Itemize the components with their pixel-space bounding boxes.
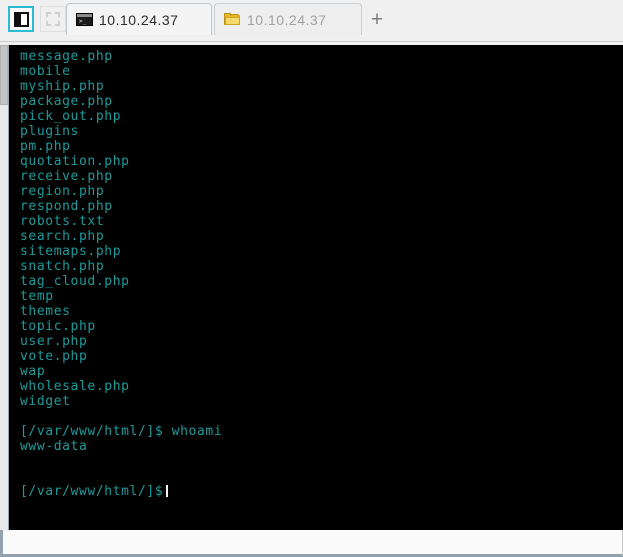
panel-toggle-icon (13, 11, 29, 27)
terminal-line: region.php (20, 184, 105, 199)
terminal-line: topic.php (20, 319, 96, 334)
terminal-line: receive.php (20, 169, 113, 184)
terminal-line: sitemaps.php (20, 244, 122, 259)
folder-icon-tab (224, 13, 231, 16)
terminal-line: package.php (20, 94, 113, 109)
tab-terminal-session[interactable]: >_ 10.10.24.37 (66, 3, 212, 35)
status-bar (0, 530, 623, 557)
tab-sftp-session[interactable]: 10.10.24.37 (214, 3, 362, 35)
terminal-line: pick_out.php (20, 109, 122, 124)
panel-toggle-button[interactable] (8, 6, 34, 32)
terminal-line: snatch.php (20, 259, 105, 274)
terminal-line: tag_cloud.php (20, 274, 130, 289)
panel-placeholder-button[interactable] (40, 6, 66, 32)
terminal-line: quotation.php (20, 154, 130, 169)
terminal-icon: >_ (76, 13, 93, 26)
folder-icon-front (225, 17, 240, 25)
folder-icon (224, 13, 241, 26)
terminal-line: message.php (20, 49, 113, 64)
terminal-line: www-data (20, 439, 88, 454)
tab-bar: >_ 10.10.24.37 10.10.24.37 + (0, 0, 623, 42)
terminal-cursor (166, 485, 169, 497)
terminal-line: robots.txt (20, 214, 105, 229)
panel-placeholder-icon (46, 12, 60, 26)
tab-terminal-label: 10.10.24.37 (99, 11, 179, 28)
terminal-line: respond.php (20, 199, 113, 214)
terminal-line: pm.php (20, 139, 71, 154)
terminal-line: myship.php (20, 79, 105, 94)
terminal-prompt-line: [/var/www/html/]$ (20, 484, 623, 499)
terminal-area: message.php mobile myship.php package.php pi… (0, 45, 623, 530)
terminal-line: vote.php (20, 349, 88, 364)
terminal-line: widget (20, 394, 71, 409)
terminal-line: themes (20, 304, 71, 319)
plus-icon: + (370, 7, 384, 31)
terminal-line: wap (20, 364, 46, 379)
terminal-line: wholesale.php (20, 379, 130, 394)
terminal-scrollbar-thumb[interactable] (0, 45, 8, 105)
tab-sftp-label: 10.10.24.37 (247, 11, 327, 28)
terminal-line: plugins (20, 124, 79, 139)
terminal-screen[interactable]: message.php mobile myship.php package.php pi… (9, 45, 623, 530)
terminal-scrollbar[interactable] (0, 45, 9, 530)
terminal-line: search.php (20, 229, 105, 244)
terminal-application-window: >_ 10.10.24.37 10.10.24.37 + message.php… (0, 0, 623, 557)
terminal-line: [/var/www/html/]$ whoami (20, 424, 223, 439)
terminal-line: user.php (20, 334, 88, 349)
terminal-line: mobile (20, 64, 71, 79)
terminal-output: message.php mobile myship.php package.php pi… (9, 49, 623, 499)
terminal-line: temp (20, 289, 54, 304)
terminal-prompt: [/var/www/html/]$ (20, 484, 164, 499)
new-tab-button[interactable]: + (363, 5, 391, 33)
terminal-icon-caret: >_ (79, 18, 87, 25)
